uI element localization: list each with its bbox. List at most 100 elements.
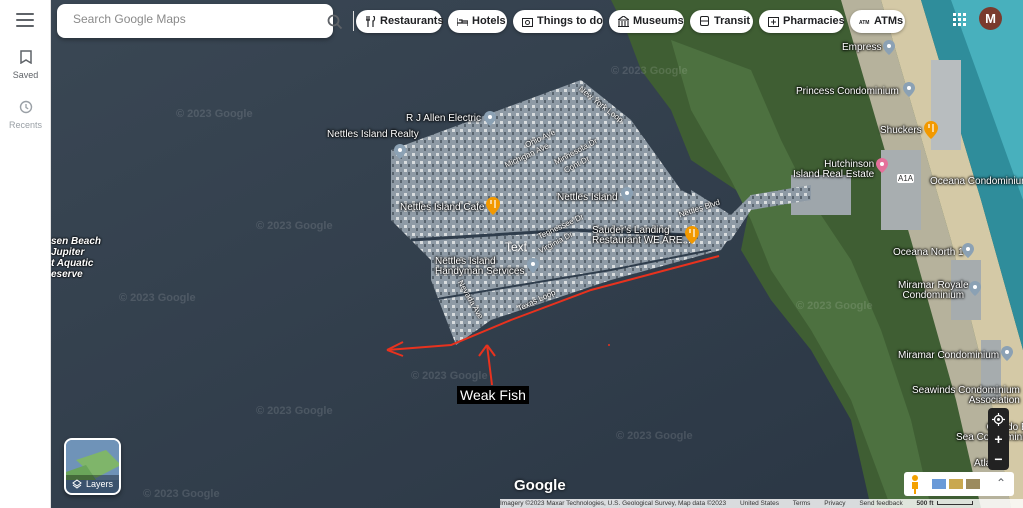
imagery-thumbnail[interactable] xyxy=(966,479,980,489)
park-label: sen Beach Jupiter t Aquatic eserve xyxy=(51,236,102,280)
watermark: © 2023 Google xyxy=(143,488,220,500)
map-pin-icon[interactable] xyxy=(883,40,895,55)
scale-bar[interactable]: 500 ft xyxy=(917,500,973,507)
zoom-in-button[interactable]: + xyxy=(988,430,1009,448)
layers-button[interactable]: Layers xyxy=(64,438,121,495)
imagery-thumbnail[interactable] xyxy=(932,479,946,489)
layers-thumbnail xyxy=(66,440,119,480)
chip-label: Restaurants xyxy=(380,15,444,27)
watermark: © 2023 Google xyxy=(411,370,488,382)
place-label[interactable]: Miramar Condominium xyxy=(898,350,999,361)
chip-hotels[interactable]: Hotels xyxy=(448,10,507,33)
menu-icon[interactable] xyxy=(16,13,34,27)
scale-label: 500 ft xyxy=(916,500,934,507)
pegman-icon[interactable] xyxy=(904,472,926,496)
chip-museums[interactable]: Museums xyxy=(609,10,684,33)
shopping-pin-icon[interactable] xyxy=(876,158,888,173)
left-rail: Saved Recents xyxy=(0,0,51,508)
zoom-controls: + − xyxy=(988,408,1009,470)
search-divider xyxy=(353,11,354,31)
watermark: © 2023 Google xyxy=(256,220,333,232)
place-label[interactable]: Sauder's Landing Restaurant WE ARE... xyxy=(592,226,691,246)
restaurant-pin-icon[interactable] xyxy=(486,197,500,215)
chip-transit[interactable]: Transit xyxy=(690,10,753,33)
imagery-strip: ⌃ xyxy=(926,472,1014,496)
place-label[interactable]: Seawinds Condominium Association xyxy=(912,386,1020,406)
chip-label: Transit xyxy=(714,15,751,27)
expand-chevron-icon[interactable]: ⌃ xyxy=(996,476,1006,490)
place-label[interactable]: Oceana North 1 xyxy=(893,247,964,258)
layers-icon xyxy=(72,479,82,489)
annotation-weak-fish: Weak Fish xyxy=(457,386,529,404)
chip-label: Hotels xyxy=(472,15,506,27)
account-avatar[interactable]: M xyxy=(979,7,1002,30)
map-pin-icon[interactable] xyxy=(484,111,496,126)
chip-atms[interactable]: ATM ATMs xyxy=(850,10,905,33)
footer-terms[interactable]: Terms xyxy=(793,500,811,507)
chip-label: Pharmacies xyxy=(783,15,845,27)
chip-label: Museums xyxy=(633,15,684,27)
place-label[interactable]: Princess Condominium xyxy=(796,86,899,97)
museum-icon xyxy=(618,16,629,27)
chip-things-to-do[interactable]: Things to do xyxy=(513,10,603,33)
restaurant-pin-icon[interactable] xyxy=(685,226,699,244)
map-pin-icon[interactable] xyxy=(527,258,539,273)
fork-knife-icon xyxy=(366,16,376,27)
map-pin-icon[interactable] xyxy=(969,281,981,296)
map-pin-icon[interactable] xyxy=(1001,346,1013,361)
footer-privacy[interactable]: Privacy xyxy=(824,500,845,507)
map-pin-icon[interactable] xyxy=(394,144,406,159)
imagery-credit: Imagery ©2023 Maxar Technologies, U.S. G… xyxy=(500,500,727,507)
watermark: © 2023 Google xyxy=(611,65,688,77)
map-footer: Imagery ©2023 Maxar Technologies, U.S. G… xyxy=(500,499,1023,508)
place-label[interactable]: Nettles Island Handyman Services xyxy=(435,257,524,277)
watermark: © 2023 Google xyxy=(119,292,196,304)
bookmark-icon xyxy=(19,50,32,64)
saved-label: Saved xyxy=(12,70,39,80)
my-location-icon[interactable] xyxy=(988,411,1009,428)
search-input[interactable] xyxy=(73,12,263,26)
svg-text:ATM: ATM xyxy=(859,20,869,26)
bed-icon xyxy=(457,18,468,26)
place-label[interactable]: Nettles Island Realty xyxy=(327,129,419,140)
chip-label: Things to do xyxy=(537,15,603,27)
annotation-text: Text xyxy=(505,240,528,254)
highway-shield: A1A xyxy=(897,174,915,183)
map-pin-icon[interactable] xyxy=(962,243,974,258)
zoom-out-button[interactable]: − xyxy=(988,450,1009,468)
chip-restaurants[interactable]: Restaurants xyxy=(356,10,444,33)
saved-button[interactable]: Saved xyxy=(0,50,51,80)
place-label[interactable]: Oceana Condominiur xyxy=(930,176,1023,187)
history-icon xyxy=(19,100,32,114)
search-icon[interactable] xyxy=(327,14,343,30)
place-label[interactable]: Empress xyxy=(842,42,881,53)
map-pin-icon[interactable] xyxy=(621,187,633,202)
map-canvas[interactable]: © 2023 Google © 2023 Google © 2023 Googl… xyxy=(51,0,1023,508)
place-label[interactable]: Nettles Island xyxy=(557,192,618,203)
place-label[interactable]: Hutchinson Island Real Estate xyxy=(793,160,874,180)
place-label[interactable]: Shuckers xyxy=(880,125,922,136)
watermark: © 2023 Google xyxy=(256,405,333,417)
google-logo: Google xyxy=(514,477,566,494)
satellite-imagery xyxy=(51,0,1023,508)
imagery-thumbnail[interactable] xyxy=(949,479,963,489)
search-box xyxy=(57,4,381,38)
apps-grid-icon[interactable] xyxy=(953,13,967,27)
watermark: © 2023 Google xyxy=(796,300,873,312)
footer-country[interactable]: United States xyxy=(740,500,779,507)
watermark: © 2023 Google xyxy=(616,430,693,442)
place-label[interactable]: Nettles Island Cafe xyxy=(400,202,485,213)
recents-button[interactable]: Recents xyxy=(0,100,51,130)
bus-icon xyxy=(700,16,709,26)
chip-pharmacies[interactable]: Pharmacies xyxy=(759,10,845,33)
atm-icon: ATM xyxy=(859,20,869,26)
place-label[interactable]: R J Allen Electric xyxy=(406,113,481,124)
chip-label: ATMs xyxy=(874,15,904,27)
layers-label: Layers xyxy=(86,479,114,489)
map-pin-icon[interactable] xyxy=(903,82,915,97)
restaurant-pin-icon[interactable] xyxy=(924,121,938,139)
footer-feedback[interactable]: Send feedback xyxy=(859,500,902,507)
pharmacy-icon xyxy=(768,17,779,27)
place-label[interactable]: Miramar Royale Condominium xyxy=(898,281,969,301)
watermark: © 2023 Google xyxy=(176,108,253,120)
